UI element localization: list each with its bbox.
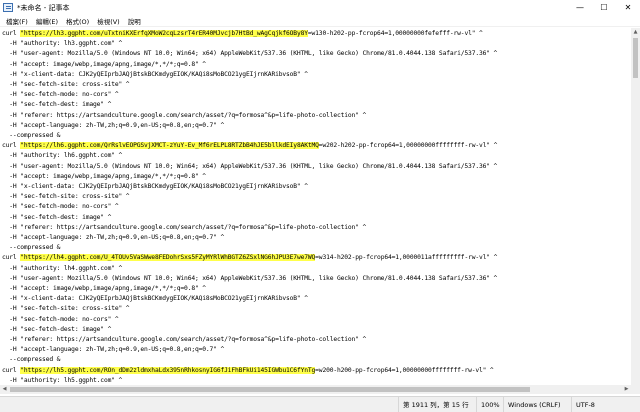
line-text: curl	[2, 254, 21, 262]
vertical-scrollbar[interactable]: ▲ ▼	[631, 28, 640, 394]
notepad-window: *未命名 - 記事本 — ☐ ✕ 檔案(F) 編輯(E) 格式(O) 檢視(V)…	[0, 0, 640, 412]
close-button[interactable]: ✕	[616, 0, 640, 15]
menu-bar: 檔案(F) 編輯(E) 格式(O) 檢視(V) 說明	[0, 15, 640, 27]
line-text-suffix: =w202-h202-pp-fcrop64=1,00000000ffffffff…	[318, 142, 498, 150]
line-text: -H "sec-fetch-site: cross-site" ^	[2, 305, 130, 313]
line-text: -H "accept-language: zh-TW,zh;q=0.9,en-U…	[2, 234, 225, 241]
line-ending: Windows (CRLF)	[503, 397, 561, 412]
line-text: -H "user-agent: Mozilla/5.0 (Windows NT …	[2, 274, 498, 282]
line-text: -H "x-client-data: CJK2yQEIprbJAQjBtskBC…	[2, 70, 308, 78]
line-text: -H "accept: image/webp,image/apng,image/…	[2, 172, 206, 180]
line-text: -H "sec-fetch-mode: no-cors" ^	[2, 315, 119, 323]
line-text-suffix: =w130-h202-pp-fcrop64=1,00000000fefefff-…	[307, 30, 483, 37]
window-title: *未命名 - 記事本	[17, 3, 70, 12]
title-bar[interactable]: *未命名 - 記事本 — ☐ ✕	[0, 0, 640, 15]
vertical-scroll-thumb[interactable]	[633, 38, 638, 78]
menu-edit[interactable]: 編輯(E)	[32, 16, 62, 26]
horizontal-scrollbar[interactable]: ◀ ▶	[0, 385, 631, 394]
status-bar: 第 1911 列，第 15 行 100% Windows (CRLF) UTF-…	[0, 396, 640, 412]
line-text: curl	[2, 142, 21, 150]
line-text: curl	[2, 366, 21, 374]
text-editor[interactable]: curl "https://lh3.ggpht.com/uTxtniKXErfq…	[0, 28, 631, 394]
highlighted-url: "https://lh4.ggpht.com/U_4TOUv5VaSWwe8FE…	[20, 254, 316, 262]
line-text: --compressed &	[2, 356, 61, 364]
line-text: -H "accept-language: zh-TW,zh;q=0.9,en-U…	[2, 121, 225, 129]
notepad-icon	[3, 3, 13, 12]
highlighted-url: "https://lh6.ggpht.com/QrRslvEOPGSvjXMCT…	[20, 142, 319, 150]
line-text: -H "user-agent: Mozilla/5.0 (Windows NT …	[2, 162, 498, 170]
line-text: -H "authority: lh4.ggpht.com" ^	[2, 264, 123, 272]
line-text: -H "sec-fetch-site: cross-site" ^	[2, 81, 130, 88]
line-text: -H "referer: https://artsandculture.goog…	[2, 111, 367, 119]
line-text: curl	[2, 30, 21, 37]
encoding: UTF-8	[571, 397, 595, 412]
maximize-button[interactable]: ☐	[592, 0, 616, 15]
highlighted-url: "https://lh5.ggpht.com/ROn_dDm2zldmxhaLd…	[20, 366, 316, 374]
line-text: -H "sec-fetch-site: cross-site" ^	[2, 193, 130, 201]
zoom-level: 100%	[476, 397, 500, 412]
line-text: -H "referer: https://artsandculture.goog…	[2, 336, 367, 343]
line-text: -H "x-client-data: CJK2yQEIprbJAQjBtskBC…	[2, 295, 308, 303]
menu-format[interactable]: 格式(O)	[62, 16, 93, 26]
line-text: -H "accept-language: zh-TW,zh;q=0.9,en-U…	[2, 346, 225, 354]
line-text: -H "sec-fetch-dest: image" ^	[2, 101, 112, 109]
scroll-up-icon[interactable]: ▲	[631, 28, 640, 37]
window-controls: — ☐ ✕	[568, 0, 640, 15]
line-text: -H "user-agent: Mozilla/5.0 (Windows NT …	[2, 50, 498, 58]
menu-view[interactable]: 檢視(V)	[93, 16, 124, 26]
line-text: --compressed &	[2, 132, 61, 139]
line-text: --compressed &	[2, 244, 61, 252]
scrollbar-corner	[631, 385, 640, 394]
cursor-position: 第 1911 列，第 15 行	[398, 397, 469, 412]
line-text: -H "sec-fetch-dest: image" ^	[2, 213, 112, 221]
line-text: -H "accept: image/webp,image/apng,image/…	[2, 60, 206, 68]
line-text: -H "sec-fetch-mode: no-cors" ^	[2, 203, 119, 211]
line-text: -H "accept: image/webp,image/apng,image/…	[2, 285, 206, 292]
minimize-button[interactable]: —	[568, 0, 592, 15]
scroll-right-icon[interactable]: ▶	[622, 385, 631, 394]
line-text: -H "authority: lh6.ggpht.com" ^	[2, 152, 123, 160]
line-text: -H "sec-fetch-mode: no-cors" ^	[2, 91, 119, 99]
line-text-suffix: =w314-h202-pp-fcrop64=1,0000011affffffff…	[315, 254, 498, 262]
line-text: -H "sec-fetch-dest: image" ^	[2, 325, 112, 333]
menu-help[interactable]: 說明	[124, 16, 145, 26]
highlighted-url: "https://lh3.ggpht.com/uTxtniKXErfqXMoW2…	[20, 30, 308, 37]
line-text-suffix: =w200-h200-pp-fcrop64=1,00000000ffffffff…	[315, 366, 494, 374]
line-text: -H "authority: lh5.ggpht.com" ^	[2, 376, 123, 384]
scroll-left-icon[interactable]: ◀	[0, 385, 9, 394]
line-text: -H "authority: lh3.ggpht.com" ^	[2, 40, 123, 48]
line-text: -H "x-client-data: CJK2yQEIprbJAQjBtskBC…	[2, 183, 308, 190]
horizontal-scroll-thumb[interactable]	[10, 387, 530, 392]
line-text: -H "referer: https://artsandculture.goog…	[2, 223, 367, 231]
menu-file[interactable]: 檔案(F)	[2, 16, 32, 26]
